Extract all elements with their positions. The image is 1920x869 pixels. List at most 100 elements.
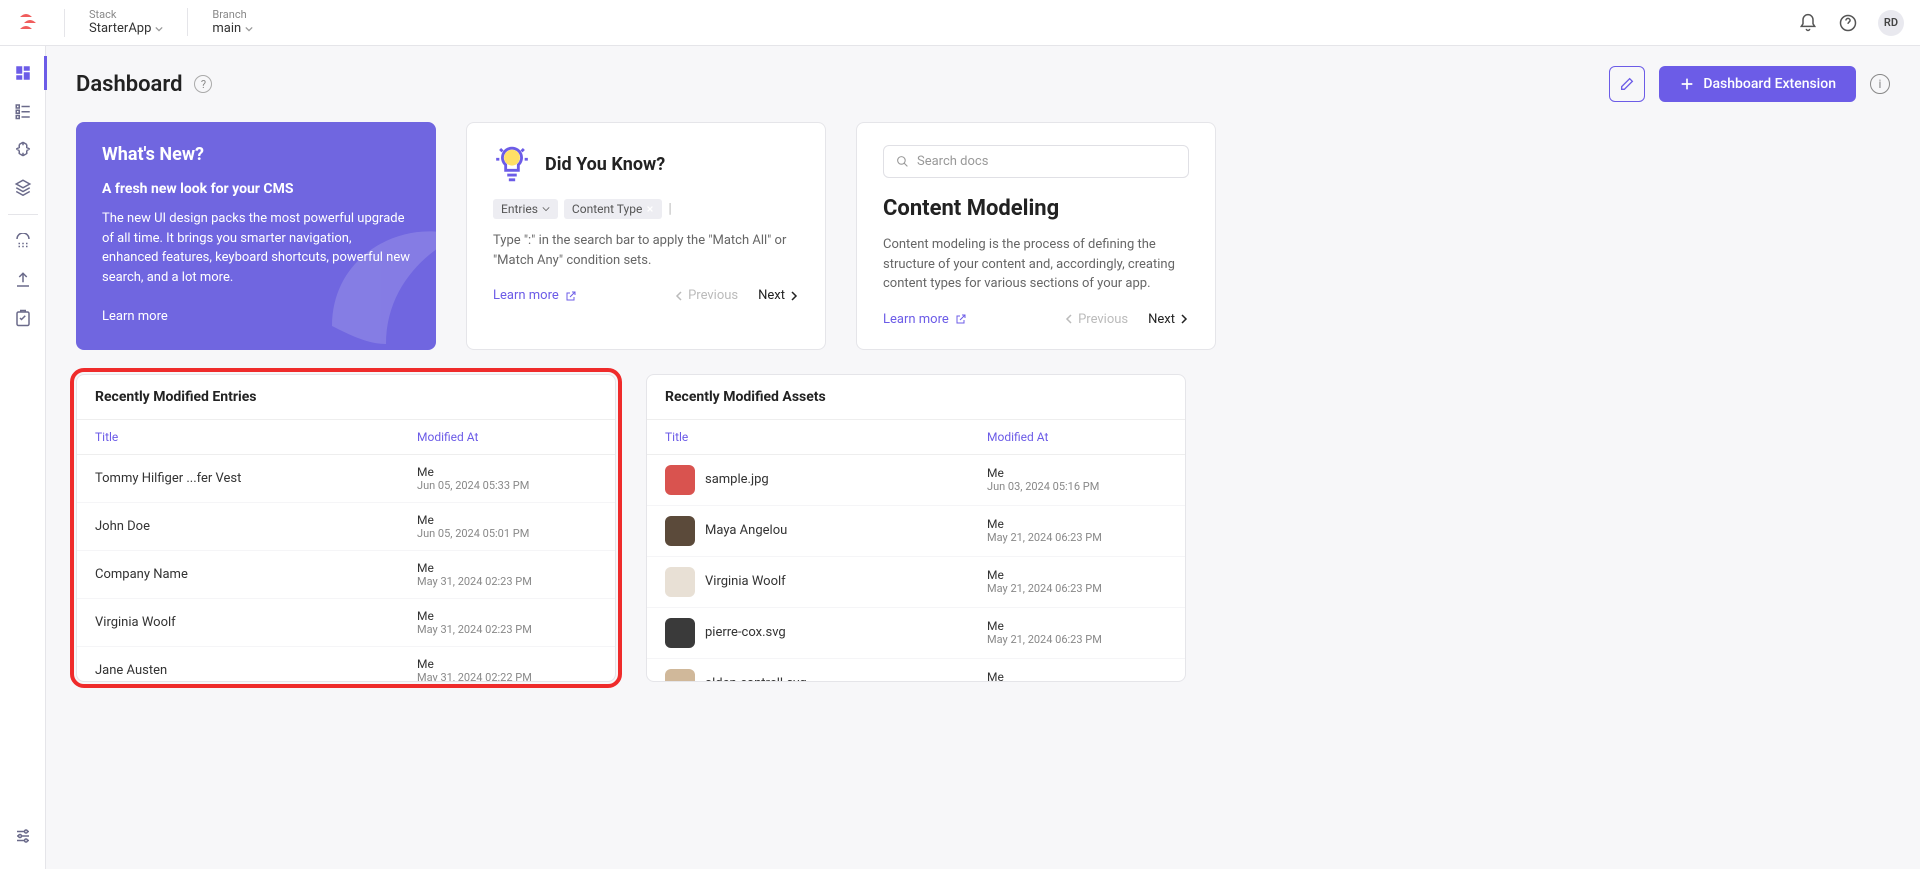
plus-icon: [1679, 76, 1695, 92]
content-modeling-title: Content Modeling: [883, 196, 1189, 221]
page-title: Dashboard: [76, 72, 182, 97]
entry-modifier: Me: [417, 561, 597, 575]
page-help-icon[interactable]: ?: [194, 75, 212, 93]
table-row[interactable]: Virginia WoolfMeMay 31, 2024 02:23 PM: [77, 599, 615, 647]
entry-modifier: Me: [417, 513, 597, 527]
entries-table-body[interactable]: Tommy Hilfiger ...fer VestMeJun 05, 2024…: [77, 455, 615, 681]
page-header: Dashboard ? Dashboard Extension i: [76, 66, 1890, 102]
content-modeling-learn-more-link[interactable]: Learn more: [883, 312, 967, 327]
stack-value: StarterApp: [89, 21, 151, 37]
chevron-down-icon: [245, 25, 253, 33]
close-icon: [646, 205, 654, 213]
entry-title: Virginia Woolf: [95, 615, 417, 630]
previous-button[interactable]: Previous: [674, 288, 738, 303]
entry-title: Tommy Hilfiger ...fer Vest: [95, 471, 417, 486]
next-button[interactable]: Next: [1148, 312, 1189, 327]
whats-new-title: What's New?: [102, 144, 410, 165]
nav-content-types-icon[interactable]: [6, 132, 40, 166]
asset-title: Maya Angelou: [665, 516, 987, 546]
table-row[interactable]: John DoeMeJun 05, 2024 05:01 PM: [77, 503, 615, 551]
content-modeling-body: Content modeling is the process of defin…: [883, 235, 1189, 294]
asset-modifier: Me: [987, 466, 1167, 480]
nav-entries-icon[interactable]: [6, 94, 40, 128]
nav-tasks-icon[interactable]: [6, 301, 40, 335]
nav-dashboard-icon[interactable]: [1, 56, 47, 90]
asset-modified-at: Jun 03, 2024 05:16 PM: [987, 480, 1167, 493]
chevron-right-icon: [789, 291, 799, 301]
asset-thumbnail: [665, 567, 695, 597]
asset-modifier: Me: [987, 670, 1167, 681]
entries-col-title[interactable]: Title: [95, 430, 417, 444]
info-icon[interactable]: i: [1870, 74, 1890, 94]
filter-tag-entries[interactable]: Entries: [493, 199, 558, 219]
filter-tag-content-type[interactable]: Content Type: [564, 199, 662, 219]
bell-icon[interactable]: [1798, 13, 1818, 33]
asset-modified-at: May 21, 2024 06:23 PM: [987, 633, 1167, 646]
recently-modified-assets-card: Recently Modified Assets Title Modified …: [646, 374, 1186, 682]
asset-title: sample.jpg: [665, 465, 987, 495]
main-content: Dashboard ? Dashboard Extension i What's…: [46, 46, 1920, 869]
entries-table-header: Recently Modified Entries: [77, 375, 615, 420]
table-row[interactable]: pierre-cox.svgMeMay 21, 2024 06:23 PM: [647, 608, 1185, 659]
chevron-left-icon: [674, 291, 684, 301]
nav-upload-icon[interactable]: [6, 263, 40, 297]
asset-title: alden-cantrell.svg: [665, 669, 987, 681]
asset-modifier: Me: [987, 568, 1167, 582]
asset-title: pierre-cox.svg: [665, 618, 987, 648]
entry-modifier: Me: [417, 609, 597, 623]
entry-modifier: Me: [417, 465, 597, 479]
branch-label: Branch: [212, 8, 253, 21]
user-avatar[interactable]: RD: [1878, 10, 1904, 36]
search-icon: [896, 155, 909, 168]
stack-selector[interactable]: Stack StarterApp: [89, 8, 163, 37]
assets-col-modified[interactable]: Modified At: [987, 430, 1167, 444]
entries-col-modified[interactable]: Modified At: [417, 430, 597, 444]
nav-stack-icon[interactable]: [6, 170, 40, 204]
divider: [64, 9, 65, 37]
chevron-right-icon: [1179, 314, 1189, 324]
help-icon[interactable]: [1838, 13, 1858, 33]
edit-dashboard-button[interactable]: [1609, 66, 1645, 102]
dashboard-extension-button[interactable]: Dashboard Extension: [1659, 66, 1856, 102]
stack-label: Stack: [89, 8, 163, 21]
entry-title: Company Name: [95, 567, 417, 582]
table-row[interactable]: Tommy Hilfiger ...fer VestMeJun 05, 2024…: [77, 455, 615, 503]
table-row[interactable]: alden-cantrell.svgMeMay 21, 2024 06:23 P…: [647, 659, 1185, 681]
nav-settings-icon[interactable]: [6, 819, 40, 853]
did-you-know-title: Did You Know?: [545, 154, 665, 175]
entry-modified-at: May 31, 2024 02:22 PM: [417, 671, 597, 681]
assets-col-title[interactable]: Title: [665, 430, 987, 444]
previous-button[interactable]: Previous: [1064, 312, 1128, 327]
decorative-swoosh-icon: [296, 182, 436, 350]
asset-modifier: Me: [987, 619, 1167, 633]
chevron-down-icon: [155, 25, 163, 33]
branch-selector[interactable]: Branch main: [212, 8, 253, 37]
entry-title: John Doe: [95, 519, 417, 534]
entry-modified-at: May 31, 2024 02:23 PM: [417, 623, 597, 636]
chevron-left-icon: [1064, 314, 1074, 324]
table-row[interactable]: sample.jpgMeJun 03, 2024 05:16 PM: [647, 455, 1185, 506]
search-docs-input[interactable]: Search docs: [883, 145, 1189, 178]
search-placeholder: Search docs: [917, 154, 988, 169]
did-you-know-card: Did You Know? Entries Content Type | Typ…: [466, 122, 826, 350]
table-row[interactable]: Virginia WoolfMeMay 21, 2024 06:23 PM: [647, 557, 1185, 608]
recently-modified-entries-card: Recently Modified Entries Title Modified…: [76, 374, 616, 682]
table-row[interactable]: Jane AustenMeMay 31, 2024 02:22 PM: [77, 647, 615, 681]
extension-button-label: Dashboard Extension: [1703, 76, 1836, 92]
assets-table-body[interactable]: sample.jpgMeJun 03, 2024 05:16 PMMaya An…: [647, 455, 1185, 681]
lightbulb-icon: [493, 145, 531, 183]
next-button[interactable]: Next: [758, 288, 799, 303]
table-row[interactable]: Company NameMeMay 31, 2024 02:23 PM: [77, 551, 615, 599]
branch-value: main: [212, 21, 241, 37]
table-row[interactable]: Maya AngelouMeMay 21, 2024 06:23 PM: [647, 506, 1185, 557]
did-you-know-learn-more-link[interactable]: Learn more: [493, 288, 577, 303]
left-sidebar: [0, 46, 46, 869]
asset-thumbnail: [665, 618, 695, 648]
external-link-icon: [955, 313, 967, 325]
asset-modified-at: May 21, 2024 06:23 PM: [987, 531, 1167, 544]
entry-modifier: Me: [417, 657, 597, 671]
external-link-icon: [565, 290, 577, 302]
asset-modified-at: May 21, 2024 06:23 PM: [987, 582, 1167, 595]
nav-publish-icon[interactable]: [6, 225, 40, 259]
divider: [187, 8, 188, 36]
